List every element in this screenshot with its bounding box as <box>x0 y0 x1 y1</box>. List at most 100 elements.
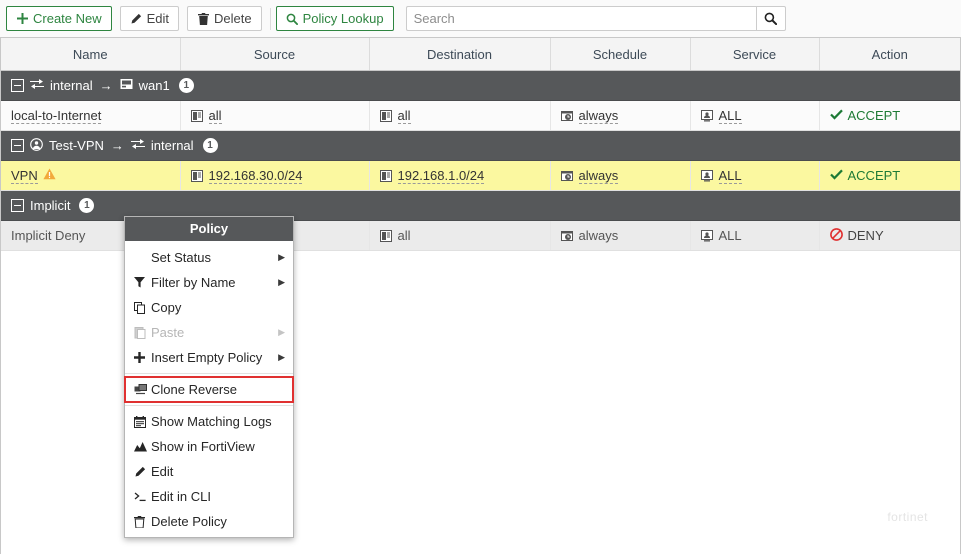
source-value[interactable]: all <box>208 108 222 124</box>
service-icon <box>701 109 714 122</box>
check-icon <box>829 168 843 183</box>
fortiview-icon <box>134 441 151 452</box>
column-header-name[interactable]: Name <box>1 38 181 71</box>
column-header-source[interactable]: Source <box>180 38 370 71</box>
address-object-icon <box>380 169 393 182</box>
destination-value[interactable]: 192.168.1.0/24 <box>397 168 485 184</box>
deny-icon <box>829 227 843 244</box>
clone-icon <box>134 384 151 395</box>
address-object-icon <box>191 169 204 182</box>
menu-item-delete-policy[interactable]: Delete Policy <box>125 509 293 534</box>
search-icon <box>764 12 778 25</box>
column-header-schedule[interactable]: Schedule <box>550 38 691 71</box>
menu-item-copy[interactable]: Copy <box>125 295 293 320</box>
cell-service[interactable]: ALL <box>690 100 820 131</box>
menu-item-show-in-fortiview[interactable]: Show in FortiView <box>125 434 293 459</box>
delete-label: Delete <box>214 11 252 26</box>
table-header-row: Name Source Destination Schedule Service… <box>1 38 960 71</box>
cell-action[interactable]: ACCEPT <box>819 100 960 131</box>
edit-button[interactable]: Edit <box>119 6 180 31</box>
cell-service[interactable]: ALL <box>690 160 820 191</box>
interface-icon <box>30 78 44 93</box>
column-header-destination[interactable]: Destination <box>369 38 551 71</box>
collapse-toggle-icon[interactable] <box>11 139 24 152</box>
toolbar: Create New Edit Delete Policy Lookup <box>0 0 961 38</box>
toolbar-divider <box>269 7 271 30</box>
delete-button[interactable]: Delete <box>187 6 262 31</box>
cell-schedule[interactable]: always <box>550 220 691 251</box>
group-header-row[interactable]: internal → wan1 1 <box>1 70 960 101</box>
paste-icon <box>134 326 151 339</box>
chevron-right-icon: ▶ <box>278 327 285 337</box>
cell-schedule[interactable]: always <box>550 160 691 191</box>
service-value: ALL <box>718 228 742 243</box>
column-header-service[interactable]: Service <box>690 38 820 71</box>
cell-schedule[interactable]: always <box>550 100 691 131</box>
cell-action[interactable]: ACCEPT <box>819 160 960 191</box>
group-destination-label: wan1 <box>138 78 170 93</box>
policy-lookup-label: Policy Lookup <box>302 11 384 26</box>
search-input[interactable] <box>405 6 756 31</box>
collapse-toggle-icon[interactable] <box>11 79 24 92</box>
menu-divider <box>125 405 293 406</box>
menu-item-edit[interactable]: Edit <box>125 459 293 484</box>
service-value[interactable]: ALL <box>718 108 742 124</box>
policy-name-link[interactable]: local-to-Internet <box>11 108 102 124</box>
schedule-value[interactable]: always <box>578 108 619 124</box>
address-object-icon <box>191 109 204 122</box>
menu-item-edit-in-cli[interactable]: Edit in CLI <box>125 484 293 509</box>
cell-name[interactable]: VPN <box>1 160 181 191</box>
menu-item-paste: Paste ▶ <box>125 320 293 345</box>
context-menu-list: Set Status ▶ Filter by Name ▶ Copy Paste… <box>124 241 294 537</box>
cell-destination[interactable]: all <box>369 100 551 131</box>
column-header-action[interactable]: Action <box>819 38 960 71</box>
menu-item-filter-by-name[interactable]: Filter by Name ▶ <box>125 270 293 295</box>
schedule-clock-icon <box>561 229 574 242</box>
create-new-button[interactable]: Create New <box>6 6 112 31</box>
menu-item-label: Edit in CLI <box>151 489 211 504</box>
cell-destination[interactable]: all <box>369 220 551 251</box>
pencil-icon <box>130 12 143 25</box>
menu-item-label: Show Matching Logs <box>151 414 272 429</box>
policy-name-link[interactable]: VPN <box>11 168 38 184</box>
menu-item-label: Delete Policy <box>151 514 227 529</box>
policy-lookup-button[interactable]: Policy Lookup <box>275 6 394 31</box>
collapse-toggle-icon[interactable] <box>11 199 24 212</box>
menu-item-label: Copy <box>151 300 182 315</box>
menu-item-clone-reverse[interactable]: Clone Reverse <box>124 376 294 403</box>
group-source-label: Test-VPN <box>49 138 104 153</box>
service-icon <box>701 169 714 182</box>
address-object-icon <box>380 229 393 242</box>
cell-name[interactable]: local-to-Internet <box>1 100 181 131</box>
menu-divider <box>125 373 293 374</box>
group-destination-label: internal <box>150 138 194 153</box>
table-row[interactable]: local-to-Internet all all always ALL ACC… <box>1 100 960 131</box>
menu-item-insert-empty-policy[interactable]: Insert Empty Policy ▶ <box>125 345 293 370</box>
policy-context-menu: Policy Set Status ▶ Filter by Name ▶ Cop… <box>124 216 294 538</box>
edit-label: Edit <box>146 11 170 26</box>
group-source-label: Implicit <box>30 198 71 213</box>
fortinet-watermark: fortinet <box>887 510 928 524</box>
action-value: DENY <box>847 228 884 243</box>
cell-service[interactable]: ALL <box>690 220 820 251</box>
context-menu-title: Policy <box>125 217 293 241</box>
search-submit-button[interactable] <box>755 6 786 31</box>
cell-source[interactable]: 192.168.30.0/24 <box>180 160 370 191</box>
source-value[interactable]: 192.168.30.0/24 <box>208 168 303 184</box>
cell-action[interactable]: DENY <box>819 220 960 251</box>
cell-source[interactable]: all <box>180 100 370 131</box>
service-value[interactable]: ALL <box>718 168 742 184</box>
group-header-row[interactable]: Test-VPN → internal 1 <box>1 130 960 161</box>
destination-value[interactable]: all <box>397 108 411 124</box>
group-arrow: → <box>110 138 124 153</box>
menu-item-set-status[interactable]: Set Status ▶ <box>125 245 293 270</box>
cell-destination[interactable]: 192.168.1.0/24 <box>369 160 551 191</box>
menu-item-label: Edit <box>151 464 174 479</box>
group-header-cell: Test-VPN → internal 1 <box>1 130 960 161</box>
search-icon <box>286 12 299 25</box>
menu-item-label: Show in FortiView <box>151 439 255 454</box>
table-row[interactable]: VPN 192.168.30.0/24 192.168.1.0/24 alway… <box>1 160 960 191</box>
schedule-value[interactable]: always <box>578 168 619 184</box>
menu-item-show-matching-logs[interactable]: Show Matching Logs <box>125 409 293 434</box>
chevron-right-icon: ▶ <box>278 352 285 362</box>
